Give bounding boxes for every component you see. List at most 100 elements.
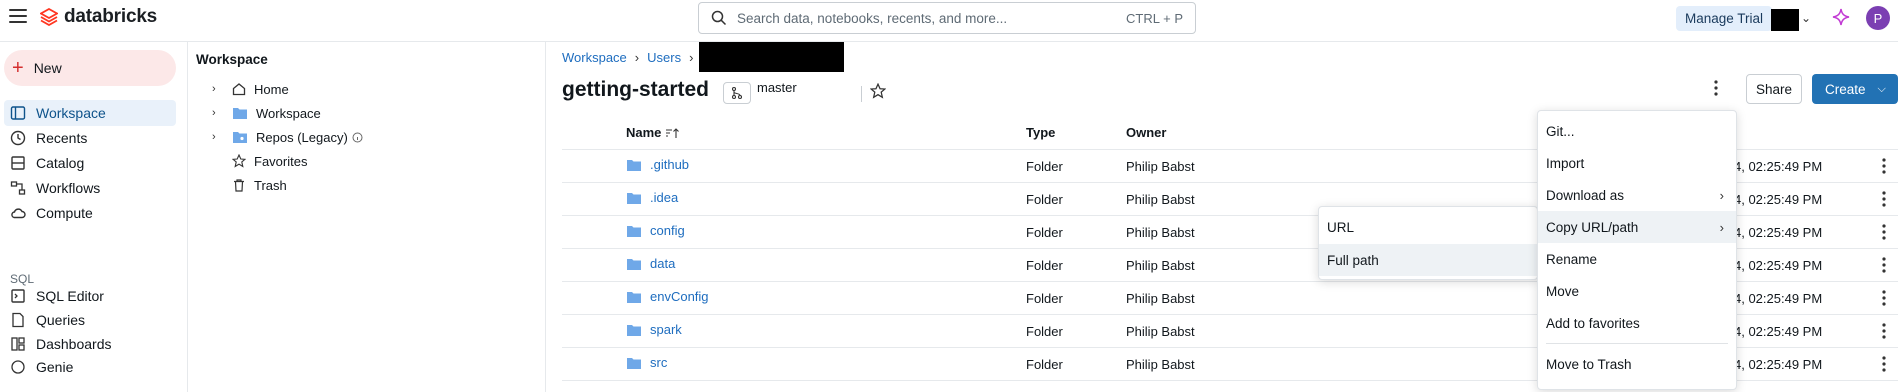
folder-icon — [627, 225, 641, 237]
nav-item-genie[interactable]: Genie — [4, 354, 176, 380]
column-name[interactable]: Name — [626, 125, 680, 140]
menu-item-full-path[interactable]: Full path — [1319, 244, 1537, 276]
nav-item-sql-editor[interactable]: SQL Editor — [4, 283, 176, 309]
chevron-down-icon[interactable]: ⌄ — [1801, 11, 1811, 25]
row-more-icon[interactable] — [1882, 290, 1886, 309]
workspace-icon — [10, 106, 26, 120]
name-cell: data — [626, 256, 675, 271]
nav-item-workspace[interactable]: Workspace — [4, 100, 176, 126]
column-owner[interactable]: Owner — [1126, 125, 1166, 140]
assistant-sparkle-icon[interactable] — [1832, 8, 1850, 29]
folder-link[interactable]: data — [650, 256, 675, 271]
menu-icon[interactable] — [9, 9, 27, 25]
name-cell: spark — [626, 322, 682, 337]
avatar[interactable]: P — [1866, 6, 1890, 30]
menu-item-import[interactable]: Import — [1538, 147, 1736, 179]
folder-link[interactable]: src — [650, 355, 667, 370]
branch-name: master — [757, 80, 797, 95]
column-type[interactable]: Type — [1026, 125, 1055, 140]
modified-cell: 4, 02:25:49 PM — [1734, 258, 1823, 273]
folder-icon — [627, 159, 641, 171]
tree-item-label: Trash — [254, 177, 287, 193]
row-more-icon[interactable] — [1882, 158, 1886, 177]
folder-link[interactable]: spark — [650, 322, 682, 337]
tree-item-repos[interactable]: › Repos (Legacy) — [212, 126, 363, 148]
catalog-icon — [11, 156, 25, 170]
nav-label: Dashboards — [36, 336, 112, 352]
row-more-icon[interactable] — [1882, 224, 1886, 243]
chevron-right-icon: › — [1719, 187, 1724, 203]
git-branch-icon — [723, 82, 751, 104]
modified-cell: 4, 02:25:49 PM — [1734, 357, 1823, 372]
share-button[interactable]: Share — [1746, 74, 1802, 104]
owner-cell: Philip Babst — [1126, 291, 1195, 306]
more-options-icon[interactable] — [1714, 80, 1718, 99]
top-bar: databricks Search data, notebooks, recen… — [0, 0, 1898, 42]
modified-cell: 4, 02:25:49 PM — [1734, 291, 1823, 306]
menu-item-label: Download as — [1546, 187, 1625, 203]
folder-icon — [627, 324, 641, 336]
chevron-right-icon[interactable]: › — [212, 131, 224, 143]
workflows-icon — [10, 181, 26, 195]
menu-item-label: Copy URL/path — [1546, 219, 1639, 235]
menu-item-move[interactable]: Move — [1538, 275, 1736, 307]
modified-cell: 4, 02:25:49 PM — [1734, 192, 1823, 207]
tree-item-workspace[interactable]: › Workspace — [212, 102, 321, 124]
page-title: getting-started — [562, 78, 709, 101]
workspace-selector-redacted[interactable] — [1771, 9, 1799, 31]
nav-item-compute[interactable]: Compute — [4, 200, 176, 226]
owner-cell: Philip Babst — [1126, 258, 1195, 273]
tree-item-favorites[interactable]: Favorites — [212, 150, 307, 172]
sort-icon[interactable] — [665, 127, 680, 139]
tree-item-home[interactable]: › Home — [212, 78, 289, 100]
databricks-logo[interactable]: databricks — [40, 6, 157, 28]
favorite-star-icon[interactable] — [869, 82, 887, 102]
owner-cell: Philip Babst — [1126, 192, 1195, 207]
owner-cell: Philip Babst — [1126, 357, 1195, 372]
nav-label: Catalog — [36, 155, 85, 171]
nav-label: Workflows — [36, 180, 101, 196]
manage-trial-button[interactable]: Manage Trial — [1676, 6, 1773, 31]
breadcrumb-workspace[interactable]: Workspace — [562, 50, 627, 65]
row-more-icon[interactable] — [1882, 356, 1886, 375]
menu-item-move-to-trash[interactable]: Move to Trash — [1538, 348, 1736, 380]
breadcrumb-separator: › — [689, 50, 694, 65]
row-more-icon[interactable] — [1882, 257, 1886, 276]
chevron-right-icon: › — [1719, 219, 1724, 235]
menu-item-copy-url-path[interactable]: Copy URL/path › — [1538, 211, 1736, 243]
menu-item-git[interactable]: Git... — [1538, 115, 1736, 147]
tree-title: Workspace — [196, 52, 268, 67]
folder-link[interactable]: envConfig — [650, 289, 709, 304]
cloud-icon — [11, 208, 26, 219]
modified-cell: 4, 02:25:49 PM — [1734, 324, 1823, 339]
chevron-right-icon[interactable]: › — [212, 107, 224, 119]
folder-link[interactable]: config — [650, 223, 685, 238]
copy-url-submenu: URL Full path — [1318, 206, 1538, 280]
owner-cell: Philip Babst — [1126, 159, 1195, 174]
type-cell: Folder — [1026, 324, 1063, 339]
breadcrumb-users[interactable]: Users — [647, 50, 681, 65]
branch-selector[interactable]: master — [723, 80, 797, 104]
menu-item-add-to-favorites[interactable]: Add to favorites — [1538, 307, 1736, 339]
menu-item-rename[interactable]: Rename — [1538, 243, 1736, 275]
search-input[interactable]: Search data, notebooks, recents, and mor… — [698, 2, 1196, 34]
menu-item-url[interactable]: URL — [1319, 211, 1537, 243]
nav-item-workflows[interactable]: Workflows — [4, 175, 176, 201]
new-button[interactable]: + New — [4, 50, 176, 86]
folder-link[interactable]: .github — [650, 157, 689, 172]
name-cell: envConfig — [626, 289, 709, 304]
nav-item-catalog[interactable]: Catalog — [4, 150, 176, 176]
nav-item-recents[interactable]: Recents — [4, 125, 176, 151]
menu-item-download-as[interactable]: Download as › — [1538, 179, 1736, 211]
create-button[interactable]: Create ⌵ — [1812, 74, 1898, 104]
chevron-right-icon[interactable]: › — [212, 83, 224, 95]
info-icon[interactable] — [352, 132, 363, 143]
row-more-icon[interactable] — [1882, 323, 1886, 342]
row-more-icon[interactable] — [1882, 191, 1886, 210]
name-cell: src — [626, 355, 667, 370]
tree-item-trash[interactable]: Trash — [212, 174, 287, 196]
breadcrumb-user-redacted[interactable] — [699, 42, 844, 72]
nav-item-queries[interactable]: Queries — [4, 307, 176, 333]
breadcrumb-separator: › — [634, 50, 640, 65]
folder-link[interactable]: .idea — [650, 190, 678, 205]
